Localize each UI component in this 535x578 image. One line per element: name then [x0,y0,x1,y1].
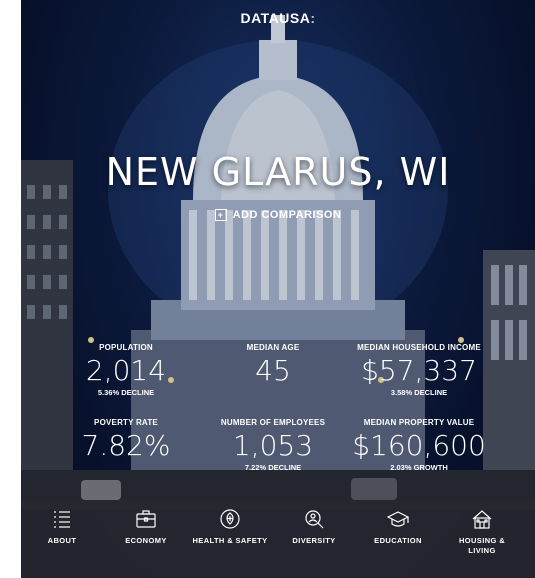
nav-about-label: ABOUT [47,536,77,545]
list-icon [54,511,70,528]
stat-median-household-income: MEDIAN HOUSEHOLD INCOME $57,337 3.58% DE… [357,343,481,397]
stat-number-of-employees: NUMBER OF EMPLOYEES 1,053 7.22% DECLINE [220,418,326,472]
nav-economy[interactable]: ECONOMY [103,508,189,546]
stat-median-property-value: MEDIAN PROPERTY VALUE $160,600 2.03% GRO… [352,418,486,472]
add-comparison-button[interactable]: + ADD COMPARISON [21,209,535,222]
health-icon [220,509,240,529]
house-icon [472,510,492,529]
diversity-icon [305,510,324,529]
nav-housing-living[interactable]: HOUSING & LIVING [439,508,525,556]
nav-housing-living-label: HOUSING & LIVING [458,536,506,555]
graduation-cap-icon [387,511,409,527]
page-title: NEW GLARUS, WI [105,150,451,194]
nav-diversity-label: DIVERSITY [292,536,336,545]
capitol-building-background [21,0,535,578]
nav-health-safety[interactable]: HEALTH & SAFETY [187,508,273,546]
nav-about[interactable]: ABOUT [21,508,105,546]
nav-diversity[interactable]: DIVERSITY [271,508,357,546]
nav-education[interactable]: EDUCATION [355,508,441,546]
hero-banner: DATAUSA: NEW GLARUS, WI + ADD COMPARISON … [21,0,535,578]
stat-median-age: MEDIAN AGE 45 [246,343,300,387]
stat-population: POPULATION 2,014 5.36% DECLINE [85,343,167,397]
datausa-logo[interactable]: DATAUSA: [21,10,535,26]
nav-health-safety-label: HEALTH & SAFETY [192,536,268,545]
nav-education-label: EDUCATION [374,536,422,545]
section-nav: ABOUT ECONOMY HEALTH & SAFETY DIVERSITY … [21,500,535,578]
briefcase-icon [136,510,156,528]
stat-poverty-rate: POVERTY RATE 7.82% [81,418,171,462]
plus-icon: + [214,209,227,222]
nav-economy-label: ECONOMY [125,536,167,545]
